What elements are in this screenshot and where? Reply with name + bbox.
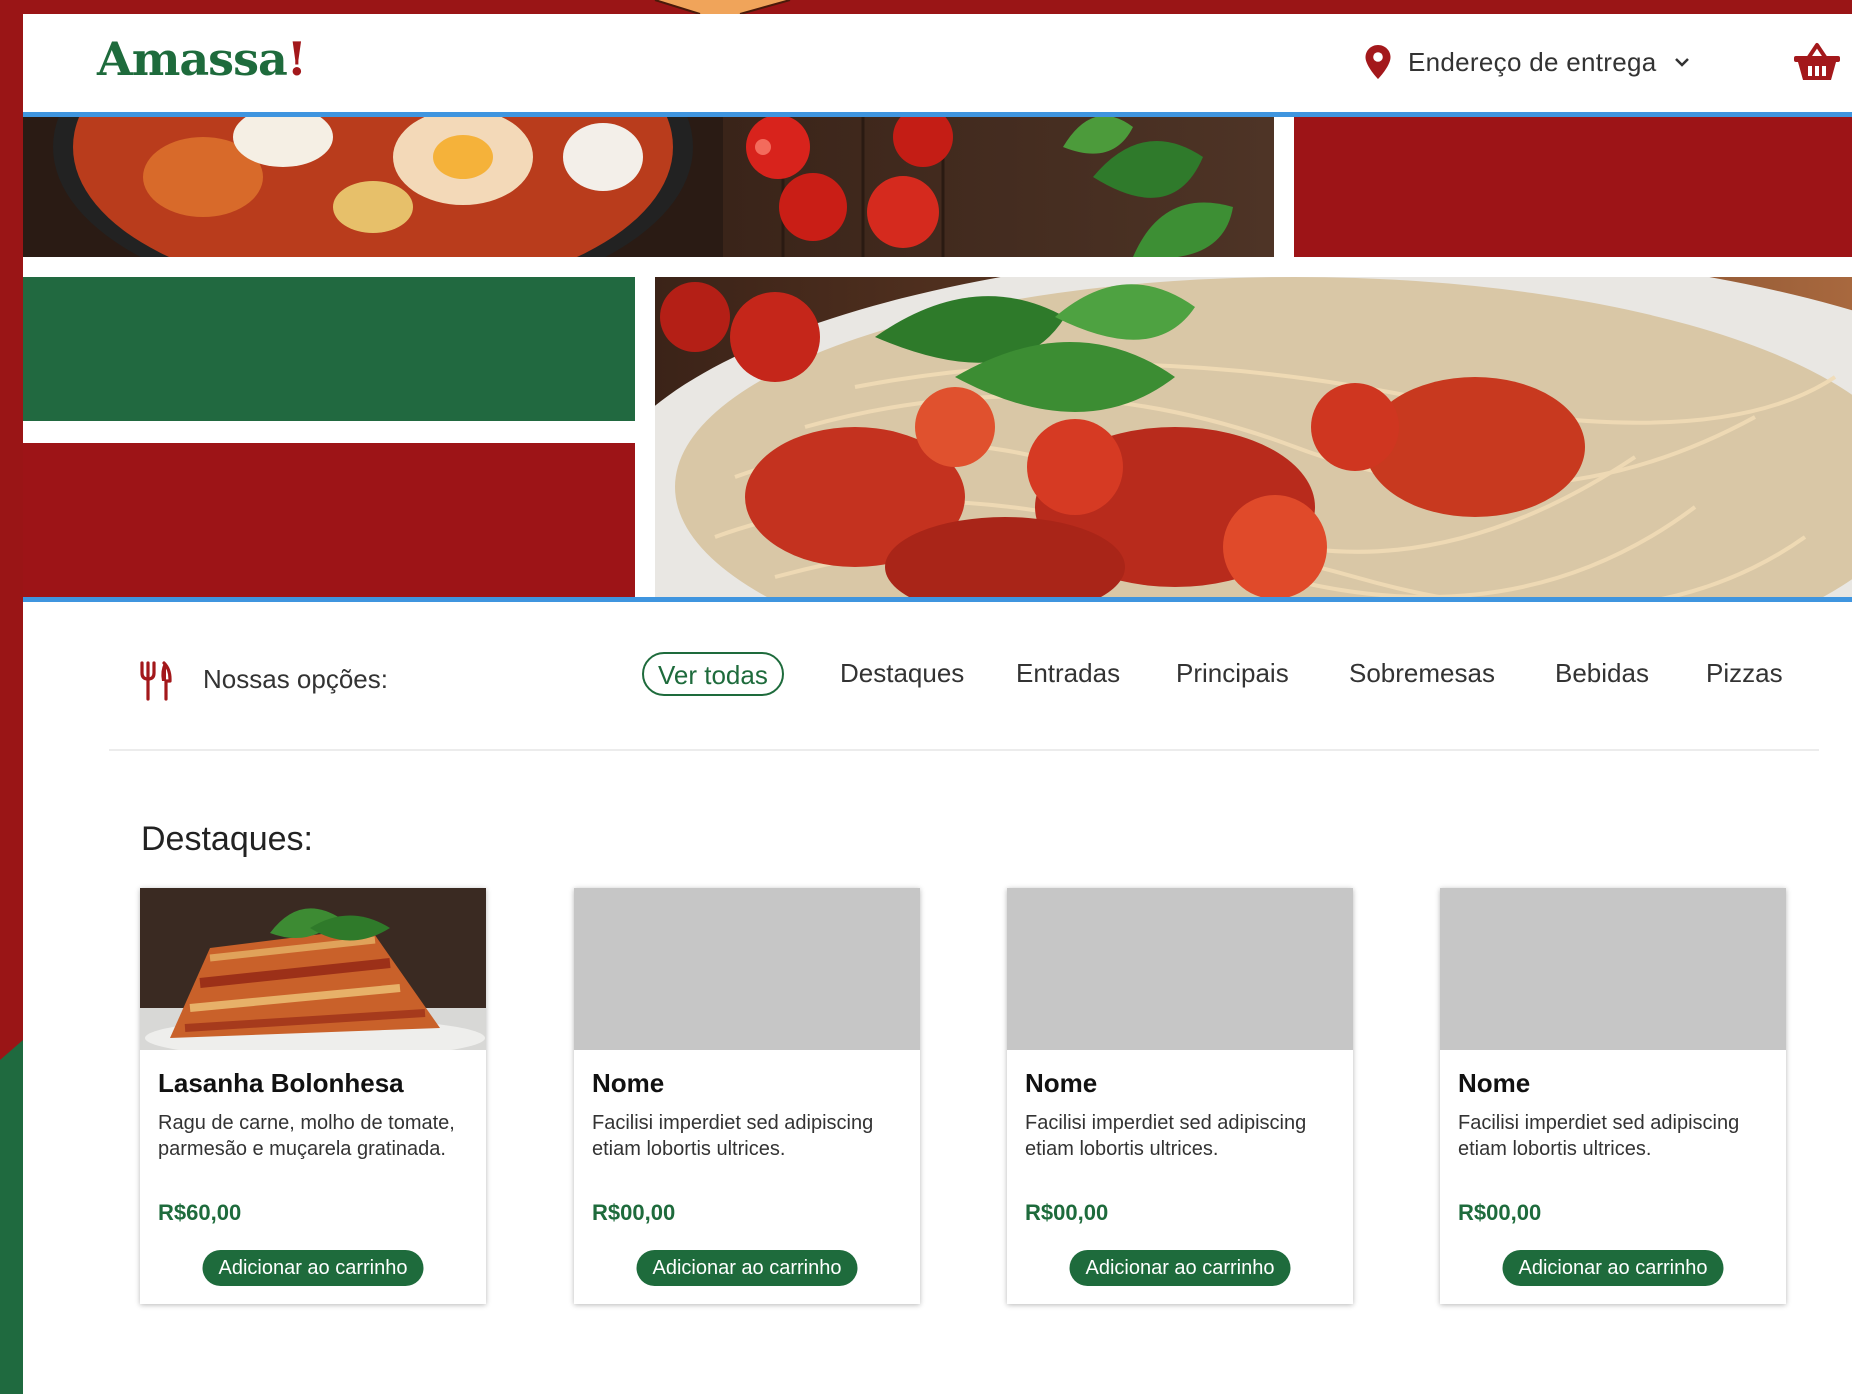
brand-logo[interactable]: Amassa! bbox=[97, 32, 307, 86]
hero-photo-shakshuka bbox=[23, 117, 1274, 257]
section-title: Destaques: bbox=[141, 820, 313, 858]
hero-banner bbox=[23, 117, 1852, 602]
basket-icon[interactable] bbox=[1793, 42, 1841, 82]
product-price: R$00,00 bbox=[1025, 1200, 1109, 1225]
tab-destaques[interactable]: Destaques bbox=[840, 652, 964, 696]
tab-principais[interactable]: Principais bbox=[1176, 652, 1289, 696]
top-header: Amassa! Endereço de entrega bbox=[23, 14, 1852, 117]
product-price: R$00,00 bbox=[1458, 1200, 1542, 1225]
product-description: Facilisi imperdiet sed adipiscing etiam … bbox=[592, 1112, 874, 1160]
delivery-address-label: Endereço de entrega bbox=[1408, 46, 1657, 77]
product-image-lasanha bbox=[140, 888, 486, 1050]
product-description: Ragu de carne, molho de tomate, parmesão… bbox=[158, 1112, 455, 1160]
add-to-cart-button[interactable]: Adicionar ao carrinho bbox=[202, 1250, 424, 1286]
hero-block-red-bottom bbox=[23, 443, 635, 597]
product-name: Nome bbox=[1025, 1068, 1098, 1098]
product-price: R$00,00 bbox=[592, 1200, 676, 1225]
location-pin-icon bbox=[1365, 45, 1391, 79]
product-card[interactable]: Nome Facilisi imperdiet sed adipiscing e… bbox=[1440, 888, 1786, 1304]
chevron-down-icon bbox=[1674, 58, 1689, 67]
add-to-cart-button[interactable]: Adicionar ao carrinho bbox=[1502, 1250, 1724, 1286]
product-description: Facilisi imperdiet sed adipiscing etiam … bbox=[1458, 1112, 1740, 1160]
product-name: Nome bbox=[592, 1068, 665, 1098]
product-image-placeholder bbox=[1007, 888, 1353, 1050]
hero-photo-pasta bbox=[655, 277, 1852, 597]
product-image-placeholder bbox=[1440, 888, 1786, 1050]
product-card[interactable]: Nome Facilisi imperdiet sed adipiscing e… bbox=[1007, 888, 1353, 1304]
delivery-address-selector[interactable]: Endereço de entrega bbox=[1364, 44, 1691, 80]
product-description: Facilisi imperdiet sed adipiscing etiam … bbox=[1025, 1112, 1307, 1160]
product-name: Lasanha Bolonhesa bbox=[158, 1068, 404, 1098]
product-image-placeholder bbox=[574, 888, 920, 1050]
tab-sobremesas[interactable]: Sobremesas bbox=[1349, 652, 1495, 696]
tab-entradas[interactable]: Entradas bbox=[1016, 652, 1120, 696]
category-nav: Nossas opções: Ver todas Destaques Entra… bbox=[23, 614, 1852, 744]
page: Amassa! Endereço de entrega Nossas opçõe… bbox=[23, 14, 1852, 1394]
nav-label: Nossas opções: bbox=[203, 664, 388, 694]
divider bbox=[109, 749, 1819, 751]
tab-pizzas[interactable]: Pizzas bbox=[1706, 652, 1783, 696]
tab-bebidas[interactable]: Bebidas bbox=[1555, 652, 1649, 696]
product-name: Nome bbox=[1458, 1068, 1531, 1098]
add-to-cart-button[interactable]: Adicionar ao carrinho bbox=[636, 1250, 858, 1286]
add-to-cart-button[interactable]: Adicionar ao carrinho bbox=[1069, 1250, 1291, 1286]
product-card[interactable]: Lasanha Bolonhesa Ragu de carne, molho d… bbox=[140, 888, 486, 1304]
product-price: R$60,00 bbox=[158, 1200, 242, 1225]
product-card[interactable]: Nome Facilisi imperdiet sed adipiscing e… bbox=[574, 888, 920, 1304]
cutlery-icon bbox=[140, 661, 172, 701]
hero-block-red-top bbox=[1294, 117, 1852, 257]
tab-ver-todas[interactable]: Ver todas bbox=[642, 652, 784, 696]
hero-block-green bbox=[23, 277, 635, 421]
